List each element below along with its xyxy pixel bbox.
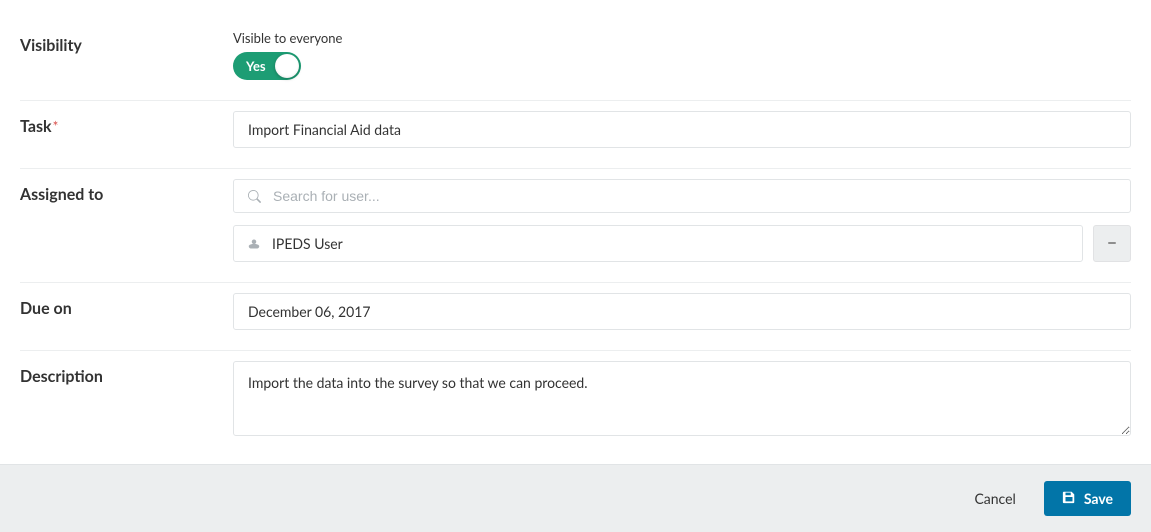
visibility-label: Visibility: [20, 36, 82, 55]
save-button[interactable]: Save: [1044, 481, 1131, 516]
user-search-input[interactable]: [273, 188, 1116, 204]
save-icon: [1062, 490, 1076, 507]
remove-user-button[interactable]: [1093, 225, 1131, 262]
task-label: Task: [20, 117, 52, 136]
toggle-state-label: Yes: [246, 58, 266, 74]
user-search-wrap[interactable]: [233, 179, 1131, 213]
search-icon: [248, 190, 261, 203]
save-button-label: Save: [1084, 490, 1113, 507]
assigned-user-name: IPEDS User: [272, 235, 343, 252]
toggle-knob: [275, 54, 299, 78]
task-input[interactable]: [233, 111, 1131, 148]
visibility-sublabel: Visible to everyone: [233, 30, 1131, 46]
visibility-toggle[interactable]: Yes: [233, 52, 301, 80]
minus-icon: [1107, 236, 1117, 251]
assigned-user-item: IPEDS User: [233, 225, 1083, 262]
description-textarea[interactable]: [233, 361, 1131, 436]
footer-bar: Cancel Save: [0, 464, 1151, 532]
cancel-button[interactable]: Cancel: [956, 481, 1033, 516]
due-date-input[interactable]: [233, 293, 1131, 330]
user-icon: [248, 238, 260, 250]
description-label: Description: [20, 367, 103, 386]
assigned-to-label: Assigned to: [20, 185, 103, 204]
required-star: *: [53, 118, 59, 135]
due-on-label: Due on: [20, 299, 72, 318]
